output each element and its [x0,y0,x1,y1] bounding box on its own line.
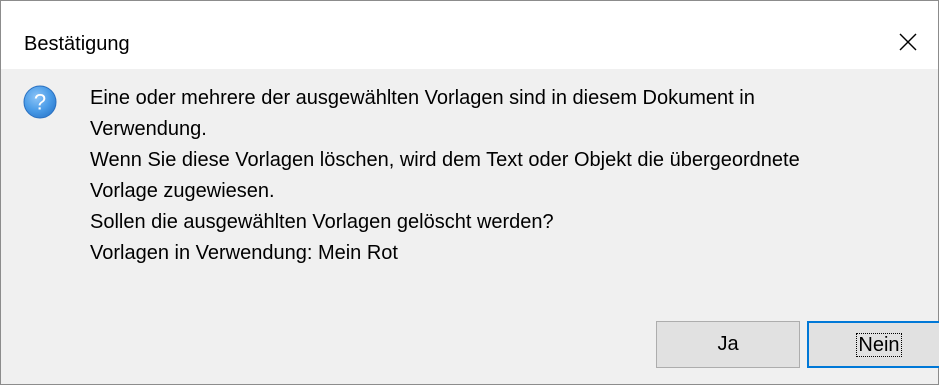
message-line: Sollen die ausgewählten Vorlagen gelösch… [90,211,554,233]
dialog-title: Bestätigung [24,33,130,55]
close-button[interactable] [878,1,938,69]
question-icon: ? [23,85,57,119]
yes-button-label: Ja [717,333,739,355]
message-line: Eine oder mehrere der ausgewählten Vorla… [90,87,755,109]
yes-button[interactable]: Ja [656,321,800,368]
svg-text:?: ? [34,90,46,115]
no-button[interactable]: Nein [807,321,939,368]
message-line: Vorlage zugewiesen. [90,180,275,202]
message-text: Eine oder mehrere der ausgewählten Vorla… [90,83,930,269]
message-line: Verwendung. [90,118,207,140]
message-line: Vorlagen in Verwendung: Mein Rot [90,242,398,264]
message-line: Wenn Sie diese Vorlagen löschen, wird de… [90,149,800,171]
no-button-label: Nein [856,332,902,357]
title-bar: Bestätigung [1,1,938,69]
confirmation-dialog: Bestätigung ? Eine oder mehrere der ausg… [0,0,939,385]
close-icon [899,33,917,51]
